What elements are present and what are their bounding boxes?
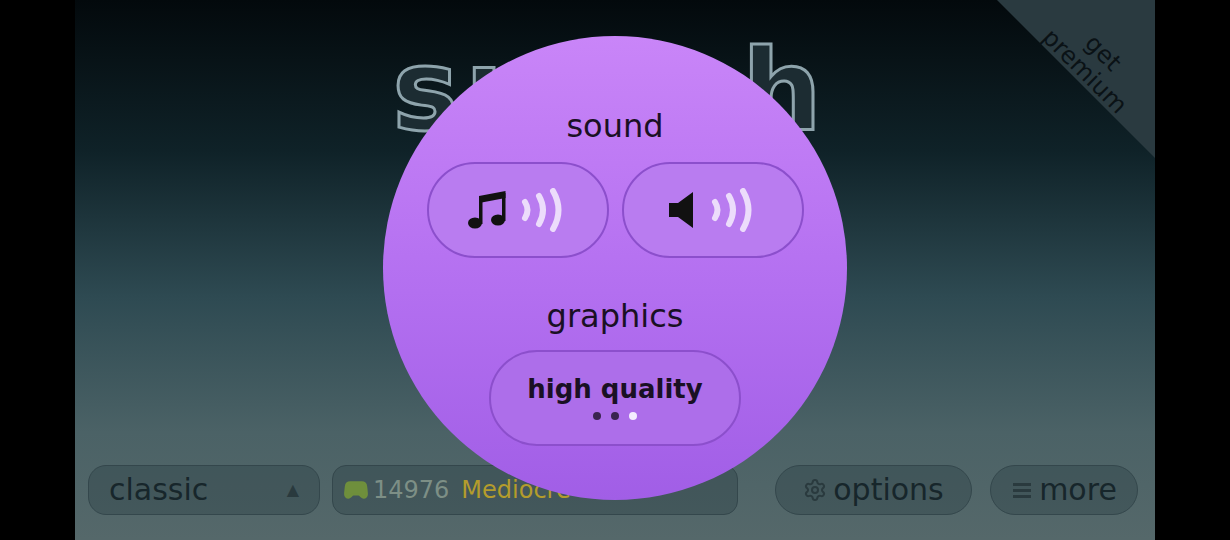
music-note-icon — [465, 188, 509, 232]
mode-label: classic — [109, 475, 208, 505]
sound-waves-icon — [519, 188, 571, 232]
menu-icon — [1011, 480, 1033, 500]
gear-icon — [803, 478, 827, 502]
screen: smashclassic▲14976Mediocreoptionsmoreget… — [0, 0, 1230, 540]
quality-dot — [593, 412, 601, 420]
score-value: 14976 — [373, 478, 449, 502]
mode-arrow: ▲ — [287, 478, 299, 502]
sound-title: sound — [566, 106, 663, 146]
settings-panel: sound graphics high quality — [383, 36, 847, 500]
speaker-icon — [665, 188, 699, 232]
more-button[interactable]: more — [990, 465, 1138, 515]
sound-buttons — [427, 162, 804, 258]
options-button[interactable]: options — [775, 465, 972, 515]
quality-dot — [611, 412, 619, 420]
quality-dots — [593, 412, 637, 420]
graphics-value: high quality — [527, 376, 702, 402]
quality-dot — [629, 412, 637, 420]
effects-toggle[interactable] — [622, 162, 804, 258]
music-toggle[interactable] — [427, 162, 609, 258]
graphics-button[interactable]: high quality — [489, 350, 741, 446]
graphics-title: graphics — [547, 296, 684, 336]
game-area: smashclassic▲14976Mediocreoptionsmoreget… — [75, 0, 1155, 540]
mode-select[interactable]: classic ▲ — [88, 465, 320, 515]
sound-waves-icon — [709, 188, 761, 232]
gamepad-icon — [343, 477, 369, 503]
